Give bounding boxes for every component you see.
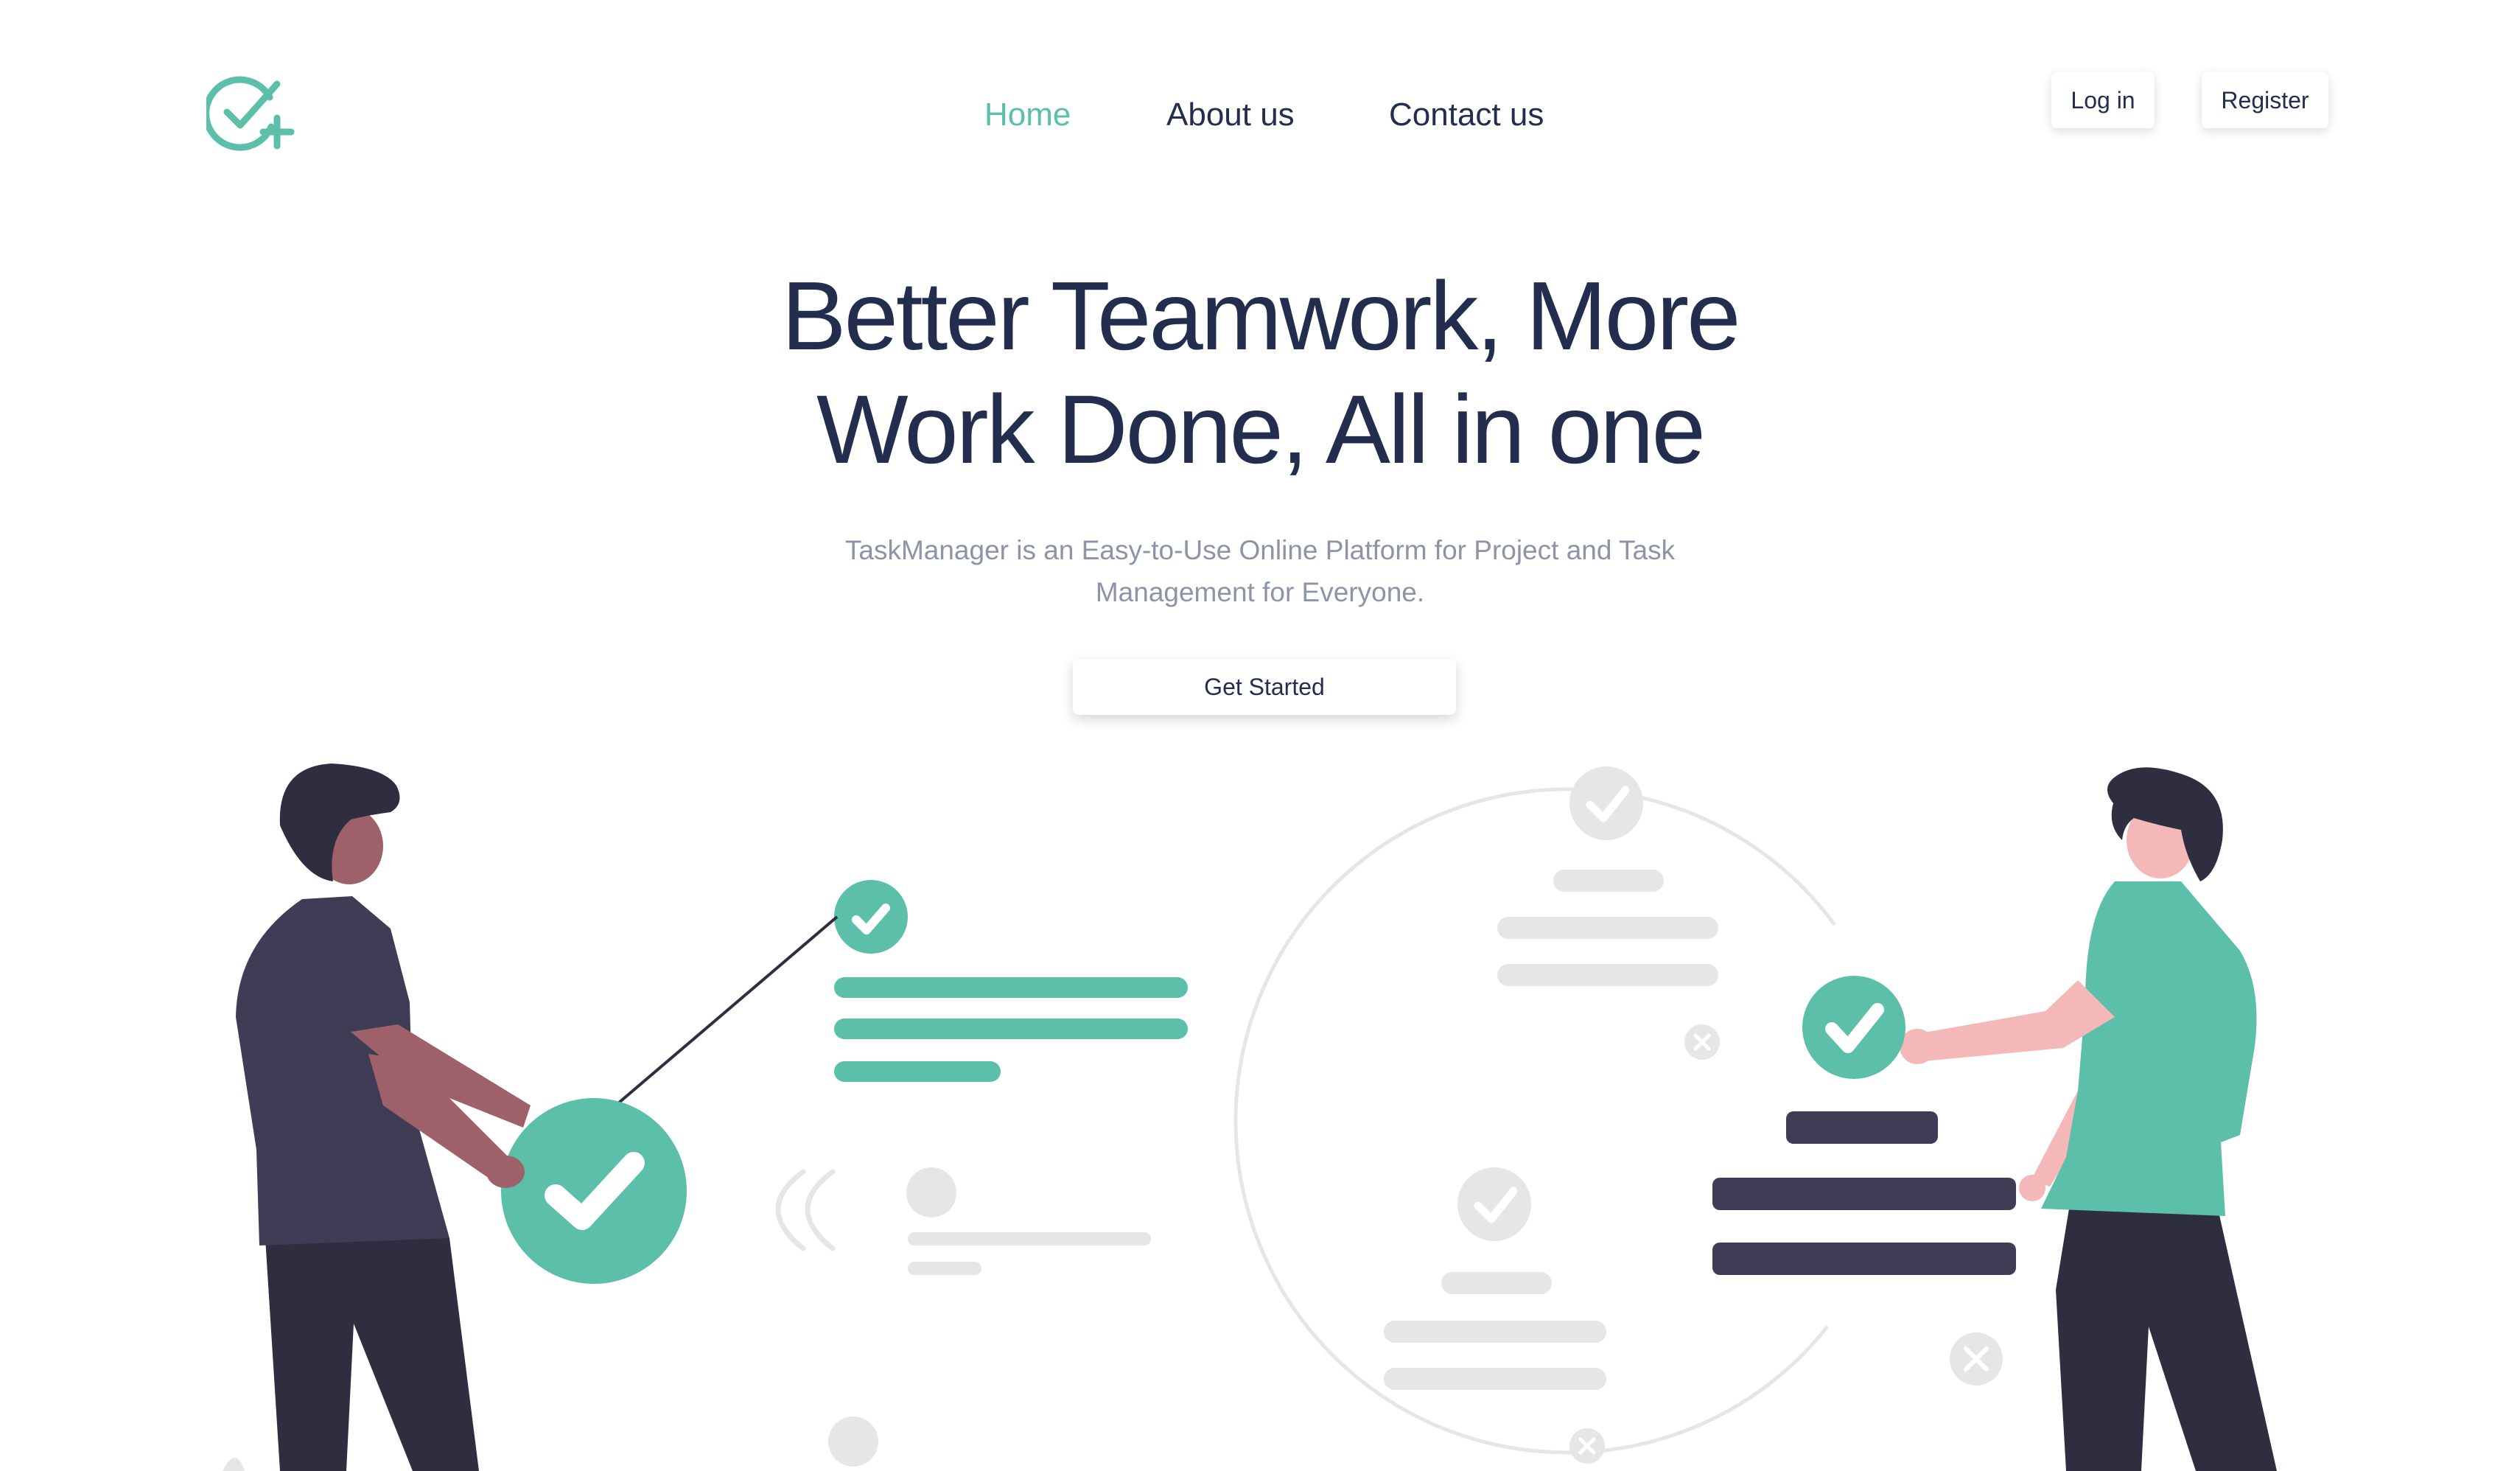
hero-subtitle-line-2: Management for Everyone. bbox=[1095, 577, 1425, 607]
orbit-circle bbox=[1233, 787, 1837, 1455]
get-started-button[interactable]: Get Started bbox=[1073, 659, 1456, 715]
hero-title-line-1: Better Teamwork, More bbox=[781, 262, 1740, 370]
big-green-check-icon bbox=[501, 1098, 687, 1284]
landing-page: Home About us Contact us Log in Register… bbox=[0, 0, 2520, 1471]
green-check-icon bbox=[834, 880, 908, 954]
hero-title-line-2: Work Done, All in one bbox=[816, 375, 1706, 483]
right-green-check-icon bbox=[1802, 976, 1905, 1079]
nav-about-link[interactable]: About us bbox=[1166, 93, 1295, 137]
gray-close-icon bbox=[1950, 1332, 2003, 1386]
register-button[interactable]: Register bbox=[2202, 72, 2328, 128]
hero-title: Better Teamwork, More Work Done, All in … bbox=[0, 259, 2520, 486]
gray-placeholder-item bbox=[775, 1167, 1151, 1467]
hero-subtitle-line-1: TaskManager is an Easy-to-Use Online Pla… bbox=[844, 535, 1676, 565]
gray-task-card-top bbox=[1497, 766, 1718, 986]
gray-check-icon bbox=[1569, 766, 1643, 840]
teamwork-illustration bbox=[223, 764, 2277, 1471]
gray-close-icon bbox=[1684, 1024, 1720, 1060]
gray-check-icon bbox=[1457, 1167, 1531, 1241]
nav-contact-link[interactable]: Contact us bbox=[1389, 93, 1544, 137]
login-button[interactable]: Log in bbox=[2051, 72, 2155, 128]
dark-task-card bbox=[1712, 1111, 2016, 1275]
green-task-card bbox=[834, 880, 1188, 1082]
gray-task-card-bottom bbox=[1384, 1167, 1606, 1390]
hero-subtitle: TaskManager is an Easy-to-Use Online Pla… bbox=[796, 529, 1724, 613]
nav-home-link[interactable]: Home bbox=[984, 93, 1071, 137]
left-person-figure bbox=[236, 764, 531, 1471]
gray-close-icon bbox=[1569, 1428, 1605, 1464]
